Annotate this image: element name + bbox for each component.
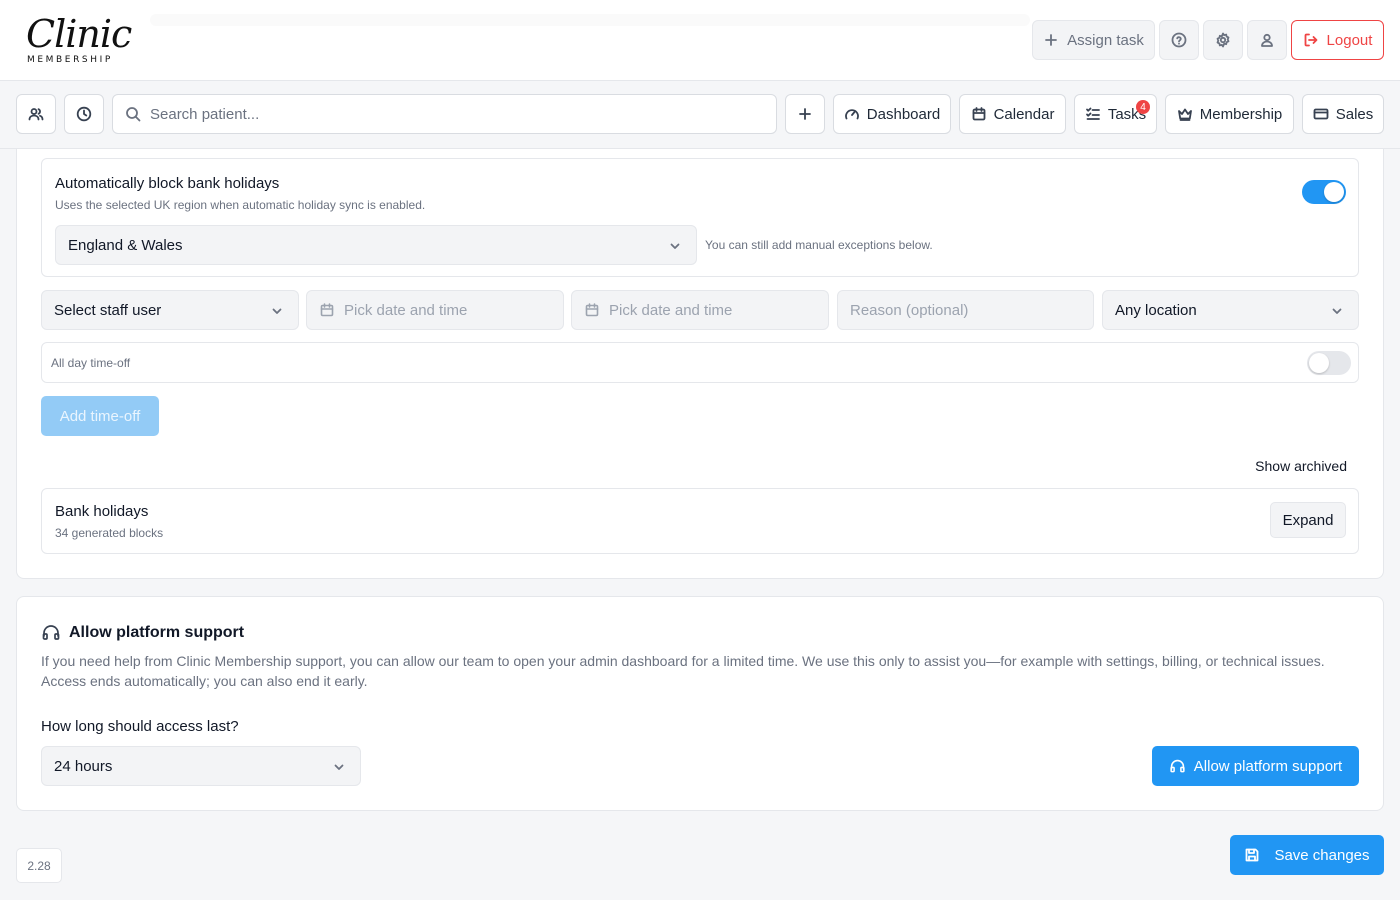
- platform-support-title: Allow platform support: [69, 624, 245, 641]
- location-value: Any location: [1115, 301, 1197, 319]
- all-day-toggle[interactable]: [1307, 351, 1351, 375]
- nav-sales-label: Sales: [1335, 105, 1374, 123]
- background-placeholder: [150, 14, 1030, 26]
- add-button[interactable]: [785, 94, 825, 134]
- assign-task-button[interactable]: Assign task: [1032, 20, 1155, 60]
- crown-icon: [1177, 108, 1192, 121]
- help-button[interactable]: [1159, 20, 1199, 60]
- nav-dashboard[interactable]: Dashboard: [833, 94, 951, 134]
- end-datetime-placeholder: Pick date and time: [609, 301, 733, 319]
- nav-bar: Dashboard Calendar Tasks 4 Membership Sa…: [0, 81, 1400, 149]
- search-input[interactable]: [150, 105, 750, 123]
- clinic-membership-logo[interactable]: Clinic MEMBERSHIP: [22, 8, 132, 72]
- bank-holidays-group: Bank holidays 34 generated blocks Expand: [41, 488, 1359, 554]
- nav-calendar[interactable]: Calendar: [959, 94, 1066, 134]
- bank-holidays-title: Bank holidays: [55, 503, 149, 520]
- nav-membership-label: Membership: [1199, 105, 1283, 123]
- settings-button[interactable]: [1203, 20, 1243, 60]
- save-changes-label: Save changes: [1274, 846, 1370, 864]
- nav-dashboard-label: Dashboard: [866, 105, 941, 123]
- save-changes-button[interactable]: Save changes: [1230, 835, 1384, 875]
- chevron-down-icon: [1332, 308, 1342, 314]
- version-badge: 2.28: [16, 848, 62, 883]
- user-icon: [1261, 33, 1273, 47]
- headset-icon: [42, 625, 60, 640]
- search-bar[interactable]: [112, 94, 777, 134]
- bank-holiday-description: Uses the selected UK region when automat…: [55, 198, 426, 212]
- history-button[interactable]: [64, 94, 104, 134]
- users-icon: [28, 108, 44, 121]
- logout-label: Logout: [1326, 31, 1373, 49]
- all-day-row: All day time-off: [41, 342, 1359, 383]
- bank-holiday-settings: Automatically block bank holidays Uses t…: [41, 158, 1359, 277]
- access-duration-value: 24 hours: [54, 757, 113, 775]
- calendar-icon: [585, 303, 599, 317]
- bank-holidays-count: 34 generated blocks: [55, 526, 164, 540]
- chevron-down-icon: [334, 764, 344, 770]
- staff-user-select[interactable]: Select staff user: [41, 290, 299, 330]
- all-day-label: All day time-off: [51, 356, 131, 370]
- gear-icon: [1216, 32, 1230, 48]
- toggle-knob: [1309, 353, 1329, 373]
- location-select[interactable]: Any location: [1102, 290, 1359, 330]
- time-off-card: Automatically block bank holidays Uses t…: [16, 149, 1384, 579]
- logo-script: Clinic: [26, 12, 132, 56]
- bank-holiday-title: Automatically block bank holidays: [55, 175, 280, 192]
- reason-placeholder: Reason (optional): [850, 301, 969, 319]
- region-select[interactable]: England & Wales: [55, 225, 697, 265]
- calendar-icon: [320, 303, 334, 317]
- start-datetime-placeholder: Pick date and time: [344, 301, 468, 319]
- region-value: England & Wales: [68, 236, 183, 254]
- top-bar: Clinic MEMBERSHIP Assign task Logout: [0, 0, 1400, 81]
- platform-support-card: Allow platform support If you need help …: [16, 596, 1384, 811]
- allow-platform-support-label: Allow platform support: [1193, 757, 1343, 775]
- nav-calendar-label: Calendar: [993, 105, 1055, 123]
- staff-user-value: Select staff user: [54, 301, 162, 319]
- calendar-icon: [972, 107, 985, 121]
- logo-subtitle: MEMBERSHIP: [27, 55, 113, 65]
- expand-button[interactable]: Expand: [1270, 502, 1346, 538]
- search-icon: [126, 107, 141, 122]
- bank-holiday-toggle[interactable]: [1302, 180, 1346, 204]
- assign-task-label: Assign task: [1067, 31, 1144, 49]
- chevron-down-icon: [272, 308, 282, 314]
- nav-membership[interactable]: Membership: [1165, 94, 1294, 134]
- platform-support-description: If you need help from Clinic Membership …: [41, 653, 1325, 689]
- start-datetime-picker[interactable]: Pick date and time: [306, 290, 564, 330]
- access-duration-label: How long should access last?: [41, 718, 239, 735]
- plus-icon: [799, 108, 811, 120]
- nav-sales[interactable]: Sales: [1302, 94, 1384, 134]
- headset-icon: [1170, 759, 1185, 772]
- end-datetime-picker[interactable]: Pick date and time: [571, 290, 829, 330]
- help-icon: [1171, 32, 1187, 48]
- chevron-down-icon: [670, 243, 680, 249]
- checklist-icon: [1085, 107, 1100, 120]
- plus-icon: [1045, 34, 1058, 46]
- logout-button[interactable]: Logout: [1291, 20, 1384, 60]
- clock-icon: [76, 106, 92, 122]
- access-duration-select[interactable]: 24 hours: [41, 746, 361, 786]
- credit-card-icon: [1313, 108, 1329, 120]
- tasks-count-badge: 4: [1136, 100, 1150, 114]
- logout-icon: [1304, 33, 1317, 47]
- platform-support-heading: Allow platform support: [41, 623, 244, 643]
- profile-button[interactable]: [1247, 20, 1287, 60]
- floppy-disk-icon: [1246, 848, 1259, 862]
- allow-platform-support-button[interactable]: Allow platform support: [1152, 746, 1359, 786]
- reason-input[interactable]: Reason (optional): [837, 290, 1094, 330]
- patients-button[interactable]: [16, 94, 56, 134]
- toggle-knob: [1324, 182, 1344, 202]
- nav-tasks[interactable]: Tasks 4: [1074, 94, 1157, 134]
- show-archived-toggle[interactable]: Show archived: [1255, 458, 1347, 474]
- add-time-off-button[interactable]: Add time-off: [41, 396, 159, 436]
- gauge-icon: [844, 109, 859, 120]
- region-hint: You can still add manual exceptions belo…: [705, 238, 933, 252]
